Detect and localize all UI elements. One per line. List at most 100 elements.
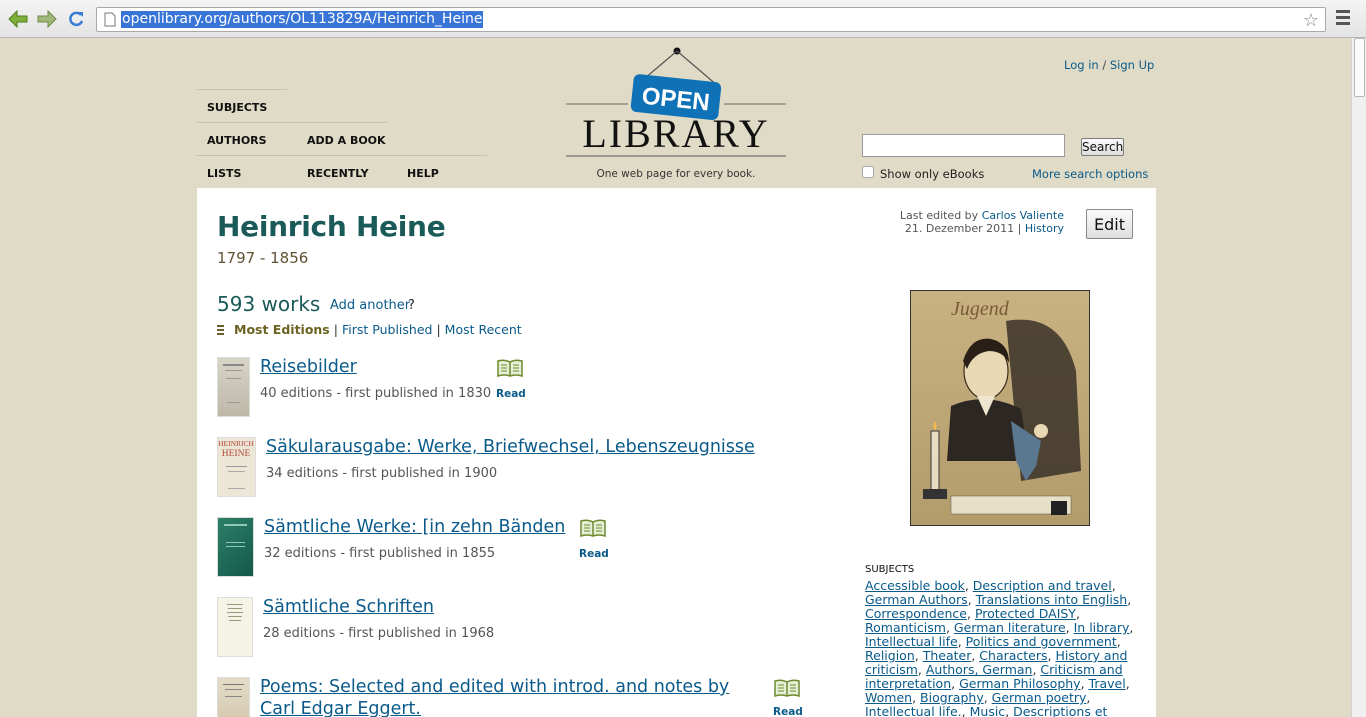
- nav-divider: [197, 155, 487, 156]
- address-bar[interactable]: openlibrary.org/authors/OL113829A/Heinri…: [96, 7, 1326, 32]
- add-another-link[interactable]: Add another: [330, 298, 410, 313]
- nav-divider: [197, 89, 287, 90]
- reload-button[interactable]: [65, 8, 87, 30]
- subject-link[interactable]: Travel: [1089, 676, 1126, 691]
- page-icon: [104, 12, 116, 27]
- cover-text-bottom: HEINE: [222, 449, 251, 459]
- subject-link[interactable]: German Authors: [865, 592, 968, 607]
- book-cover[interactable]: HEINRICH HEINE: [217, 437, 256, 497]
- url-text[interactable]: openlibrary.org/authors/OL113829A/Heinri…: [121, 11, 484, 28]
- subject-link[interactable]: Translations into English: [976, 592, 1128, 607]
- subject-link[interactable]: Music: [970, 704, 1006, 717]
- tagline: One web page for every book.: [596, 168, 756, 180]
- reload-icon: [69, 11, 84, 27]
- work-meta: 32 editions - first published in 1855: [264, 546, 496, 561]
- read-book-icon[interactable]: [579, 518, 607, 538]
- subject-link[interactable]: Romanticism: [865, 620, 946, 635]
- subject-link[interactable]: Intellectual life: [865, 634, 958, 649]
- more-search-options-link[interactable]: More search options: [1032, 167, 1148, 181]
- work-title-link[interactable]: Sämtliche Werke: [in zehn Bänden: [264, 517, 565, 537]
- ebooks-checkbox[interactable]: [862, 166, 874, 178]
- subject-link[interactable]: Religion: [865, 648, 915, 663]
- logo-library-text: LIBRARY: [582, 111, 769, 156]
- book-cover[interactable]: [217, 677, 250, 717]
- last-edited-date: 21. Dezember 2011: [904, 222, 1015, 235]
- bookmark-star-icon[interactable]: ☆: [1303, 10, 1319, 31]
- nav-add-book[interactable]: ADD A BOOK: [307, 134, 386, 147]
- subject-link[interactable]: Biography: [920, 690, 984, 705]
- login-links: Log in / Sign Up: [1064, 58, 1154, 72]
- forward-button[interactable]: [36, 8, 58, 30]
- scrollbar-thumb[interactable]: [1354, 38, 1365, 97]
- search-input[interactable]: [862, 134, 1065, 157]
- subject-link[interactable]: Protected DAISY: [975, 606, 1076, 621]
- author-dates: 1797 - 1856: [217, 249, 309, 267]
- nav-recently[interactable]: RECENTLY: [307, 167, 369, 180]
- history-link[interactable]: History: [1025, 222, 1064, 235]
- scrollbar[interactable]: [1351, 38, 1366, 717]
- nav-lists[interactable]: LISTS: [207, 167, 241, 180]
- author-photo[interactable]: Jugend: [910, 290, 1090, 526]
- cover-text-top: HEINRICH: [218, 439, 254, 448]
- ebooks-label: Show only eBooks: [880, 167, 985, 181]
- subject-link[interactable]: Intellectual life.: [865, 704, 962, 717]
- subject-link[interactable]: Authors, German: [926, 662, 1033, 677]
- work-title-link[interactable]: Poems: Selected and edited with introd. …: [260, 677, 729, 697]
- sort-most-editions: Most Editions: [234, 322, 330, 337]
- last-edited-prefix: Last edited by: [899, 209, 979, 222]
- nav-help[interactable]: HELP: [407, 167, 439, 180]
- add-another-suffix: ?: [408, 298, 415, 313]
- work-meta: 40 editions - first published in 1830: [260, 386, 492, 401]
- forward-arrow-icon: [37, 10, 57, 28]
- nav-authors[interactable]: AUTHORS: [207, 134, 267, 147]
- sort-most-recent-link[interactable]: Most Recent: [445, 322, 522, 337]
- work-title-link-line2[interactable]: Carl Edgar Eggert.: [260, 699, 421, 717]
- book-cover[interactable]: [217, 357, 250, 417]
- subject-link[interactable]: Description and travel: [973, 578, 1112, 593]
- work-title-link[interactable]: Säkularausgabe: Werke, Briefwechsel, Leb…: [266, 437, 755, 457]
- sort-options: Most Editions | First Published | Most R…: [217, 322, 522, 337]
- login-link[interactable]: Log in: [1064, 58, 1099, 72]
- read-link[interactable]: Read: [773, 706, 803, 717]
- author-name: Heinrich Heine: [217, 210, 446, 243]
- read-book-icon[interactable]: [773, 678, 801, 698]
- signup-link[interactable]: Sign Up: [1110, 58, 1154, 72]
- subject-link[interactable]: German Philosophy: [959, 676, 1081, 691]
- read-book-icon[interactable]: [496, 358, 524, 378]
- read-link[interactable]: Read: [579, 548, 609, 560]
- last-edited-user-link[interactable]: Carlos Valiente: [982, 209, 1064, 222]
- subjects-heading: SUBJECTS: [865, 564, 915, 575]
- book-cover[interactable]: [217, 597, 253, 657]
- subject-link[interactable]: Accessible book: [865, 578, 965, 593]
- subject-link[interactable]: Politics and government: [966, 634, 1117, 649]
- subject-link[interactable]: Theater: [923, 648, 972, 663]
- work-title-link[interactable]: Sämtliche Schriften: [263, 597, 434, 617]
- subject-link[interactable]: In library: [1074, 620, 1130, 635]
- sort-first-published-link[interactable]: First Published: [342, 322, 432, 337]
- subject-link[interactable]: German poetry: [992, 690, 1087, 705]
- book-cover[interactable]: [217, 517, 254, 577]
- sort-list-icon: [217, 324, 224, 335]
- open-library-logo[interactable]: OPEN LIBRARY: [566, 44, 786, 184]
- subject-link[interactable]: Correspondence: [865, 606, 967, 621]
- edit-button[interactable]: Edit: [1086, 209, 1133, 239]
- works-count: 593 works: [217, 292, 321, 316]
- back-button[interactable]: [7, 8, 29, 30]
- subject-link[interactable]: Descriptions et: [1013, 704, 1107, 717]
- last-edited: Last edited by Carlos Valiente 21. Dezem…: [899, 209, 1064, 235]
- browser-toolbar: openlibrary.org/authors/OL113829A/Heinri…: [0, 0, 1366, 38]
- browser-menu-button[interactable]: [1336, 10, 1352, 28]
- nav-subjects[interactable]: SUBJECTS: [207, 101, 267, 114]
- subject-link[interactable]: Women: [865, 690, 912, 705]
- photo-caption: Jugend: [951, 298, 1010, 320]
- search-button[interactable]: Search: [1081, 138, 1124, 156]
- subject-link[interactable]: German literature: [954, 620, 1066, 635]
- work-meta: 28 editions - first published in 1968: [263, 626, 495, 641]
- work-meta: 34 editions - first published in 1900: [266, 466, 498, 481]
- subjects-list: Accessible book, Description and travel,…: [865, 578, 1134, 717]
- nav-divider: [197, 122, 387, 123]
- author-panel: Heinrich Heine 1797 - 1856 Last edited b…: [197, 188, 1156, 717]
- work-title-link[interactable]: Reisebilder: [260, 357, 357, 377]
- read-link[interactable]: Read: [496, 388, 526, 400]
- subject-link[interactable]: Characters: [979, 648, 1047, 663]
